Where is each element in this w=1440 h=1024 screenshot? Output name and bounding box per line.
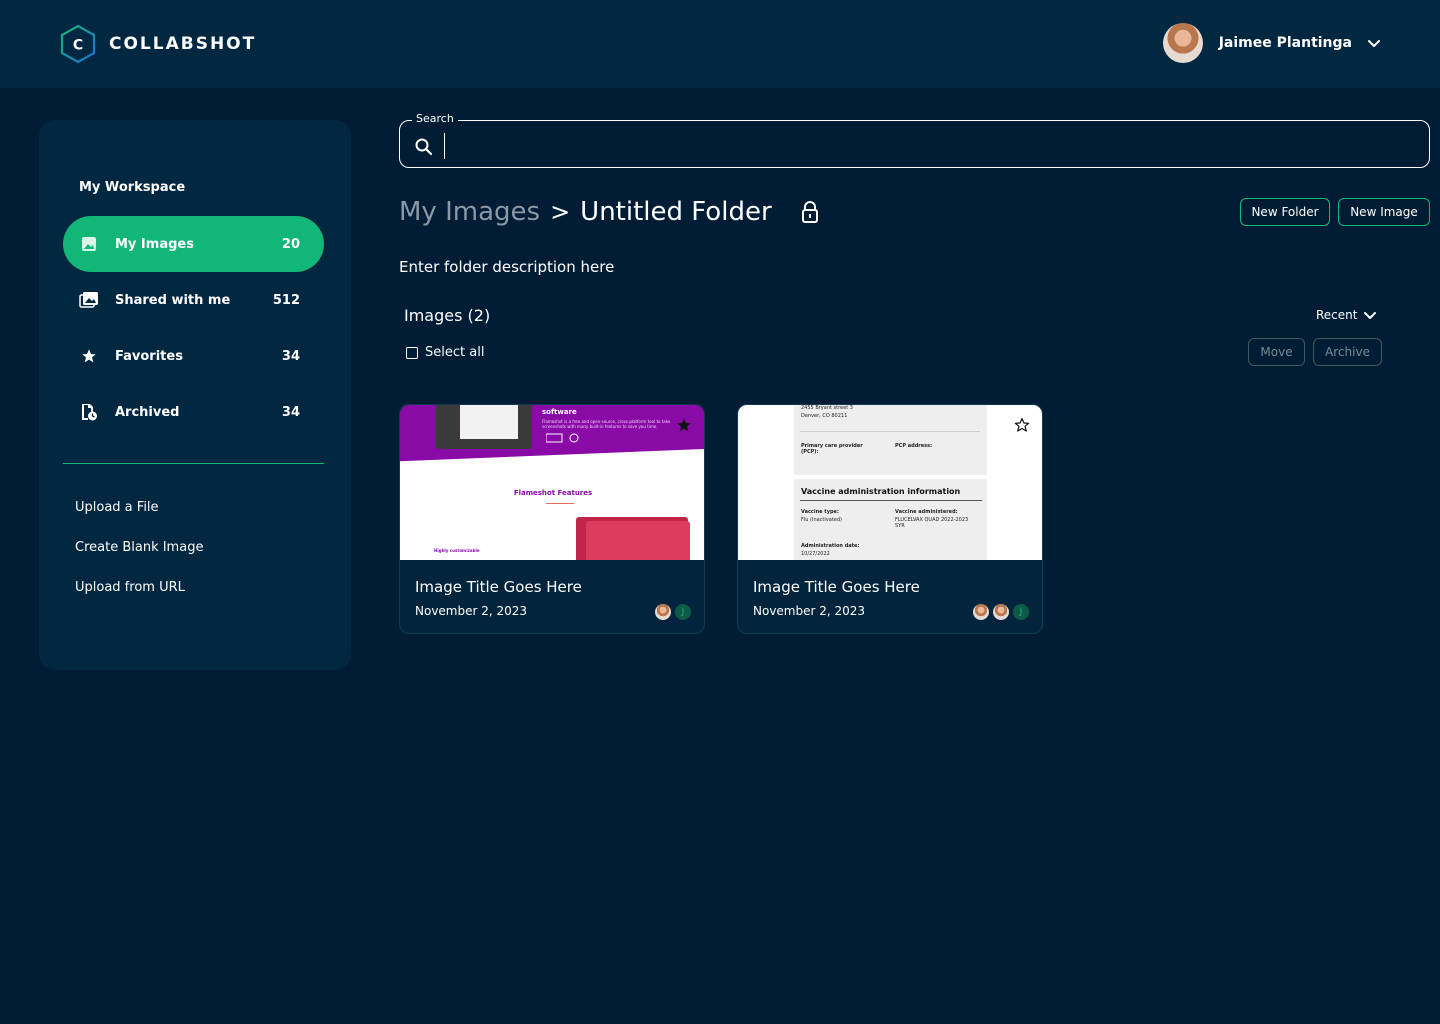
search-field[interactable]: Search bbox=[399, 112, 1430, 168]
star-outline-icon[interactable] bbox=[1014, 417, 1030, 433]
collaborator-avatars: J bbox=[651, 604, 691, 620]
search-icon bbox=[415, 138, 433, 156]
avatar: J bbox=[675, 604, 691, 620]
card-date: November 2, 2023 bbox=[753, 604, 866, 618]
upload-from-url-link[interactable]: Upload from URL bbox=[75, 580, 185, 595]
sidebar-item-label: My Images bbox=[115, 236, 194, 252]
sidebar-item-shared[interactable]: Shared with me 512 bbox=[63, 272, 324, 328]
svg-text:C: C bbox=[73, 38, 83, 54]
thumbnail-section: Flameshot Features bbox=[513, 489, 593, 497]
chevron-down-icon[interactable] bbox=[1366, 35, 1382, 51]
sidebar-divider bbox=[63, 463, 324, 464]
select-all[interactable]: Select all bbox=[406, 345, 484, 360]
user-menu[interactable]: Jaimee Plantinga bbox=[1162, 22, 1382, 64]
sidebar-item-count: 20 bbox=[281, 236, 300, 252]
brand-name: COLLABSHOT bbox=[109, 34, 257, 54]
sort-label: Recent bbox=[1316, 308, 1358, 322]
archive-button[interactable]: Archive bbox=[1313, 338, 1382, 366]
avatar bbox=[655, 604, 671, 620]
card-title: Image Title Goes Here bbox=[753, 578, 920, 596]
card-date: November 2, 2023 bbox=[415, 604, 528, 618]
search-label: Search bbox=[412, 112, 458, 125]
breadcrumb-separator: > bbox=[550, 198, 571, 226]
select-all-checkbox[interactable] bbox=[406, 346, 418, 359]
chevron-down-icon bbox=[1364, 312, 1377, 319]
image-card[interactable]: software Flameshot is a free and open-so… bbox=[399, 404, 705, 634]
sidebar-item-count: 34 bbox=[281, 404, 300, 420]
folder-description[interactable]: Enter folder description here bbox=[399, 258, 614, 276]
sidebar-item-favorites[interactable]: Favorites 34 bbox=[63, 328, 324, 384]
avatar bbox=[993, 604, 1009, 620]
card-title: Image Title Goes Here bbox=[415, 578, 582, 596]
lock-icon[interactable] bbox=[800, 201, 820, 223]
thumbnail-heading: software bbox=[542, 408, 577, 416]
user-name: Jaimee Plantinga bbox=[1218, 35, 1352, 51]
sidebar-item-my-images[interactable]: My Images 20 bbox=[63, 216, 324, 272]
workspace-title: My Workspace bbox=[79, 180, 186, 195]
sidebar-item-label: Archived bbox=[115, 404, 180, 420]
breadcrumb-parent[interactable]: My Images bbox=[399, 197, 540, 227]
search-input[interactable] bbox=[444, 133, 1404, 159]
image-icon bbox=[79, 234, 99, 254]
collaborator-avatars: J bbox=[969, 604, 1029, 620]
top-bar: C COLLABSHOT Jaimee Plantinga bbox=[0, 0, 1440, 88]
avatar[interactable] bbox=[1162, 23, 1203, 63]
sidebar-item-label: Shared with me bbox=[115, 292, 231, 308]
star-icon bbox=[79, 346, 99, 366]
move-button[interactable]: Move bbox=[1248, 338, 1305, 366]
sidebar-item-count: 34 bbox=[281, 348, 300, 364]
thumbnail-small: Highly customizable bbox=[434, 548, 480, 553]
star-icon[interactable] bbox=[676, 417, 692, 433]
image-card[interactable]: 2455 Bryant street 3 Denver, CO 80211 Pr… bbox=[737, 404, 1043, 634]
image-thumbnail[interactable]: 2455 Bryant street 3 Denver, CO 80211 Pr… bbox=[738, 405, 1042, 560]
thumbnail-body: Flameshot is a free and open-source, cro… bbox=[542, 419, 671, 429]
images-count: Images (2) bbox=[404, 306, 491, 325]
sidebar-item-archived[interactable]: Archived 34 bbox=[63, 384, 324, 440]
page-title: Untitled Folder bbox=[580, 197, 772, 227]
sidebar-item-count: 512 bbox=[272, 292, 300, 308]
create-blank-image-link[interactable]: Create Blank Image bbox=[75, 540, 203, 555]
thumbnail-section: Vaccine administration information bbox=[801, 487, 961, 496]
archive-icon bbox=[79, 402, 99, 422]
select-all-label: Select all bbox=[425, 345, 485, 360]
logo[interactable]: C COLLABSHOT bbox=[59, 24, 256, 64]
breadcrumb: My Images > Untitled Folder bbox=[399, 192, 820, 232]
sidebar: My Workspace My Images 20 Shared with me… bbox=[39, 120, 351, 670]
image-thumbnail[interactable]: software Flameshot is a free and open-so… bbox=[400, 405, 704, 560]
sort-dropdown[interactable]: Recent bbox=[1316, 308, 1377, 322]
collabshot-logo-icon: C bbox=[60, 24, 96, 64]
shared-images-icon bbox=[79, 290, 99, 310]
upload-file-link[interactable]: Upload a File bbox=[75, 500, 159, 515]
avatar: J bbox=[1013, 604, 1029, 620]
thumbnail-logos bbox=[546, 433, 579, 443]
sidebar-item-label: Favorites bbox=[115, 348, 183, 364]
new-image-button[interactable]: New Image bbox=[1338, 198, 1430, 226]
new-folder-button[interactable]: New Folder bbox=[1240, 198, 1330, 226]
avatar bbox=[973, 604, 989, 620]
